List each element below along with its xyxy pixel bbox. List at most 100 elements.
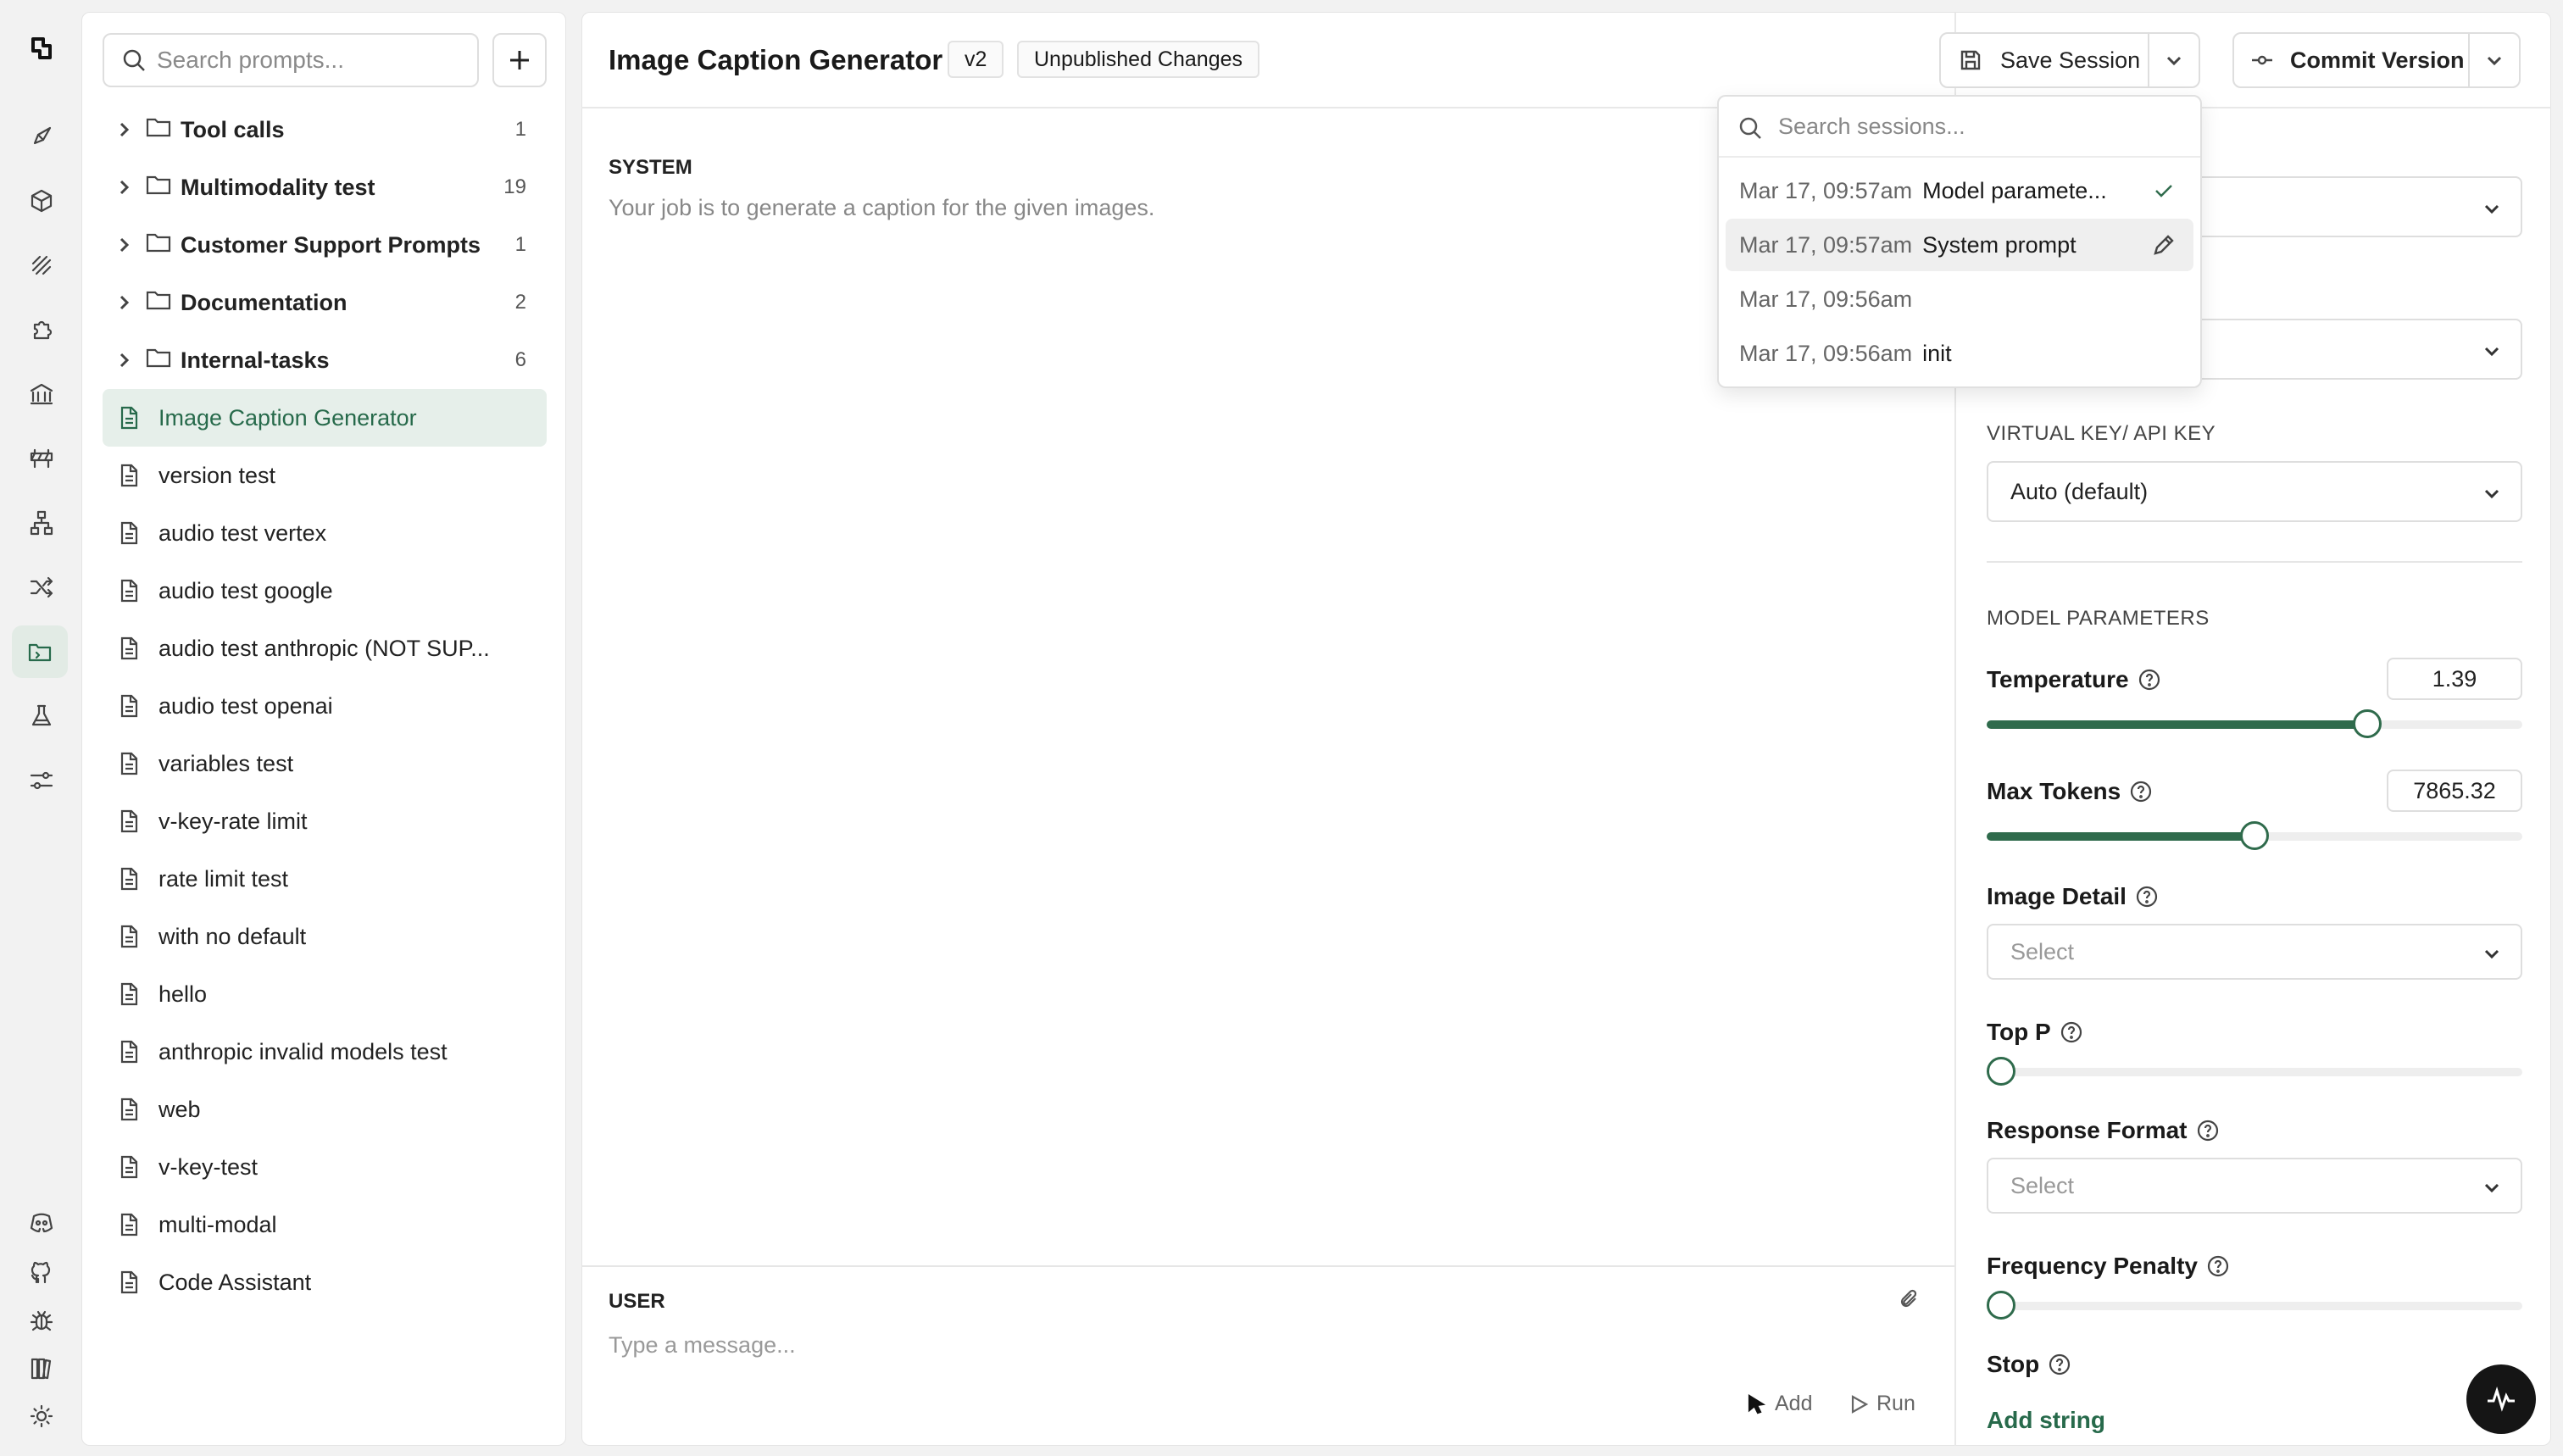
- new-prompt-button[interactable]: [492, 33, 547, 87]
- discord-icon[interactable]: [25, 1207, 58, 1239]
- document-icon: [116, 866, 142, 892]
- user-message-input[interactable]: Type a message...: [609, 1332, 796, 1359]
- session-item[interactable]: Mar 17, 09:56am init: [1726, 327, 2193, 380]
- folder-name: Tool calls: [181, 116, 285, 142]
- prompt-item[interactable]: version test: [103, 447, 547, 504]
- chevron-right-icon[interactable]: [114, 236, 145, 254]
- prompt-item[interactable]: anthropic invalid models test: [103, 1023, 547, 1081]
- image-detail-select[interactable]: Select: [1987, 924, 2522, 980]
- theme-sun-icon[interactable]: [25, 1400, 58, 1432]
- prompt-item[interactable]: multi-modal: [103, 1196, 547, 1253]
- save-session-button[interactable]: Save Session: [1939, 32, 2149, 88]
- prompt-item[interactable]: audio test google: [103, 562, 547, 620]
- prompt-item[interactable]: variables test: [103, 735, 547, 792]
- prompt-item[interactable]: v-key-rate limit: [103, 792, 547, 850]
- cube-icon[interactable]: [25, 185, 58, 217]
- chevron-down-icon: [2487, 56, 2502, 66]
- bank-icon[interactable]: [25, 378, 58, 410]
- virtual-key-select[interactable]: Auto (default): [1987, 461, 2522, 522]
- rocket-icon[interactable]: [25, 120, 58, 153]
- prompt-library-icon[interactable]: [12, 625, 68, 678]
- max-tokens-label: Max Tokens: [1987, 778, 2153, 805]
- prompt-name: audio test vertex: [158, 520, 327, 546]
- folder-row[interactable]: Documentation 2: [103, 274, 547, 331]
- portkey-logo-icon[interactable]: [25, 32, 58, 64]
- paperclip-icon[interactable]: [1897, 1287, 1922, 1316]
- bug-icon[interactable]: [25, 1305, 58, 1337]
- user-divider: [581, 1265, 1954, 1267]
- help-circle-icon[interactable]: [2138, 668, 2161, 692]
- chevron-down-icon: [2484, 949, 2499, 959]
- help-circle-icon[interactable]: [2196, 1119, 2220, 1142]
- max-tokens-slider[interactable]: [1987, 821, 2522, 850]
- max-tokens-slider-thumb[interactable]: [2240, 821, 2269, 850]
- top-p-slider-thumb[interactable]: [1987, 1057, 2015, 1086]
- sessions-dropdown: Search sessions... Mar 17, 09:57am Model…: [1717, 95, 2202, 388]
- activity-fab-button[interactable]: [2466, 1364, 2536, 1434]
- folder-row[interactable]: Multimodality test 19: [103, 158, 547, 216]
- prompt-item[interactable]: web: [103, 1081, 547, 1138]
- help-circle-icon[interactable]: [2206, 1254, 2230, 1278]
- frequency-penalty-slider[interactable]: [1987, 1291, 2522, 1320]
- system-label: SYSTEM: [609, 156, 692, 179]
- prompt-item[interactable]: audio test openai: [103, 677, 547, 735]
- temperature-slider-thumb[interactable]: [2352, 709, 2382, 738]
- top-p-slider[interactable]: [1987, 1057, 2522, 1086]
- prompt-item[interactable]: audio test anthropic (NOT SUP...: [103, 620, 547, 677]
- prompt-name: multi-modal: [158, 1211, 277, 1237]
- chevron-right-icon[interactable]: [114, 178, 145, 197]
- add-stop-string-button[interactable]: Add string: [1987, 1407, 2105, 1434]
- help-circle-icon[interactable]: [2129, 780, 2153, 803]
- temperature-slider[interactable]: [1987, 709, 2522, 738]
- user-label: USER: [609, 1290, 665, 1313]
- folder-row[interactable]: Internal-tasks 6: [103, 331, 547, 389]
- frequency-penalty-slider-thumb[interactable]: [1987, 1291, 2015, 1320]
- prompt-item[interactable]: Code Assistant: [103, 1253, 547, 1311]
- folder-row[interactable]: Tool calls 1: [103, 101, 547, 158]
- commit-dropdown-button[interactable]: [2468, 32, 2521, 88]
- chevron-right-icon[interactable]: [114, 351, 145, 370]
- max-tokens-input[interactable]: 7865.32: [2387, 770, 2522, 812]
- prompt-item[interactable]: v-key-test: [103, 1138, 547, 1196]
- help-circle-icon[interactable]: [2135, 885, 2159, 909]
- github-icon[interactable]: [25, 1256, 58, 1288]
- prompt-item[interactable]: with no default: [103, 908, 547, 965]
- temperature-input[interactable]: 1.39: [2387, 658, 2522, 700]
- session-time: Mar 17, 09:56am: [1739, 340, 1913, 366]
- prompt-item[interactable]: audio test vertex: [103, 504, 547, 562]
- sliders-icon[interactable]: [25, 764, 58, 797]
- sitemap-icon[interactable]: [25, 507, 58, 539]
- session-item[interactable]: Mar 17, 09:57am System prompt: [1726, 219, 2193, 271]
- chevron-right-icon[interactable]: [114, 293, 145, 312]
- puzzle-icon[interactable]: [25, 314, 58, 346]
- prompt-item[interactable]: rate limit test: [103, 850, 547, 908]
- prompt-search-input[interactable]: Search prompts...: [103, 33, 479, 87]
- system-message[interactable]: Your job is to generate a caption for th…: [609, 195, 1154, 221]
- save-session-dropdown-button[interactable]: [2148, 32, 2200, 88]
- folder-icon: [145, 344, 172, 377]
- flask-icon[interactable]: [25, 700, 58, 732]
- folder-row[interactable]: Customer Support Prompts 1: [103, 216, 547, 274]
- session-search-input[interactable]: Search sessions...: [1719, 97, 2200, 158]
- guardrail-icon[interactable]: [25, 249, 58, 281]
- session-item[interactable]: Mar 17, 09:56am: [1726, 273, 2193, 325]
- prompt-item[interactable]: hello: [103, 965, 547, 1023]
- shuffle-icon[interactable]: [25, 571, 58, 603]
- document-icon: [116, 520, 142, 546]
- prompt-item[interactable]: Image Caption Generator: [103, 389, 547, 447]
- folder-count: 2: [514, 291, 526, 314]
- response-format-select[interactable]: Select: [1987, 1158, 2522, 1214]
- session-item[interactable]: Mar 17, 09:57am Model paramete...: [1726, 164, 2193, 217]
- help-circle-icon[interactable]: [2060, 1020, 2083, 1044]
- chevron-right-icon[interactable]: [114, 120, 145, 139]
- status-badge: Unpublished Changes: [1017, 41, 1260, 78]
- pencil-icon[interactable]: [2151, 232, 2177, 264]
- run-button[interactable]: Run: [1848, 1392, 1915, 1416]
- barrier-icon[interactable]: [25, 442, 58, 475]
- help-circle-icon[interactable]: [2048, 1353, 2071, 1376]
- folder-icon: [145, 114, 172, 147]
- add-message-button[interactable]: Add: [1746, 1392, 1812, 1416]
- document-icon: [116, 578, 142, 603]
- docs-icon[interactable]: [25, 1353, 58, 1385]
- commit-version-button[interactable]: Commit Version: [2232, 32, 2470, 88]
